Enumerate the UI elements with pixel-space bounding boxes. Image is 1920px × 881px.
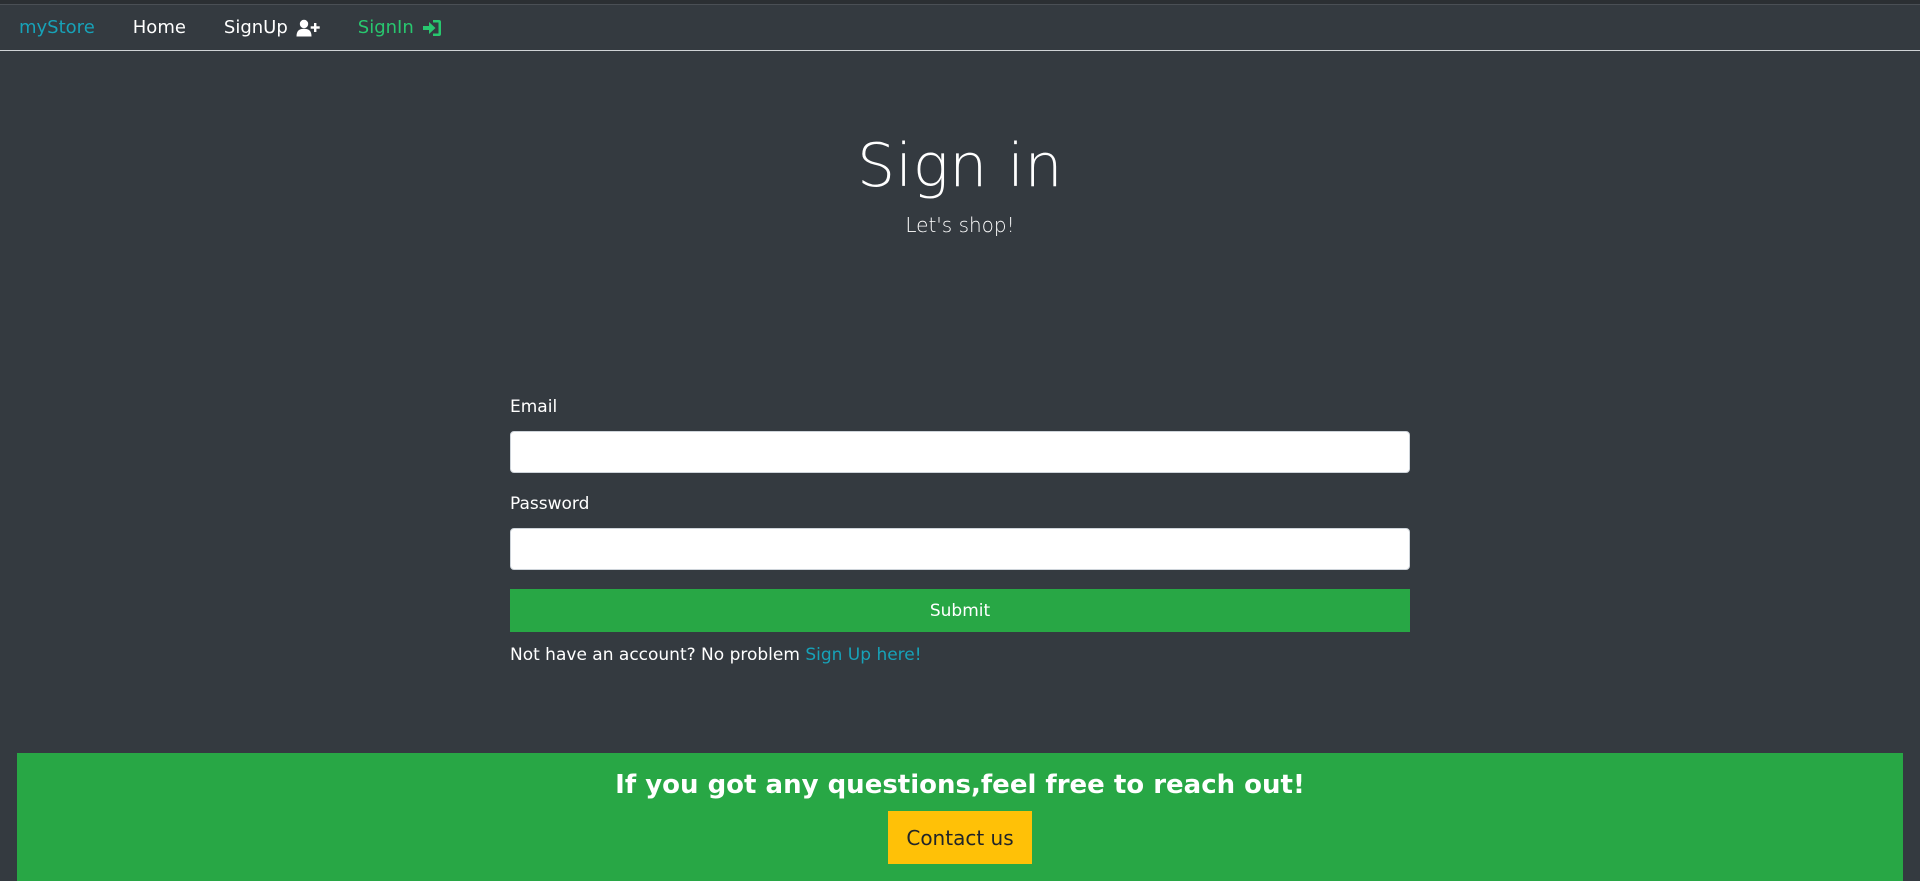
user-plus-icon bbox=[296, 19, 320, 37]
signin-form: Email Password Submit Not have an accoun… bbox=[510, 397, 1410, 665]
contact-us-button[interactable]: Contact us bbox=[888, 811, 1032, 864]
navbar: myStore Home SignUp SignIn bbox=[0, 5, 1920, 51]
footer-message: If you got any questions,feel free to re… bbox=[615, 770, 1305, 800]
brand-link[interactable]: myStore bbox=[19, 17, 95, 38]
nav-signup-label: SignUp bbox=[223, 17, 288, 38]
password-label: Password bbox=[510, 494, 590, 514]
signup-here-link[interactable]: Sign Up here! bbox=[805, 645, 921, 665]
contact-footer: If you got any questions,feel free to re… bbox=[17, 753, 1903, 881]
email-label: Email bbox=[510, 397, 558, 417]
nav-home[interactable]: Home bbox=[133, 17, 186, 38]
sign-in-icon bbox=[422, 19, 442, 37]
nav-home-label: Home bbox=[132, 17, 186, 38]
submit-button[interactable]: Submit bbox=[510, 589, 1410, 632]
nav-signin[interactable]: SignIn bbox=[358, 17, 442, 38]
nav-signup[interactable]: SignUp bbox=[224, 17, 320, 38]
page-subtitle: Let's shop! bbox=[905, 213, 1015, 237]
email-field[interactable] bbox=[510, 431, 1410, 473]
page-title: Sign in bbox=[856, 131, 1064, 201]
signup-hint: Not have an account? No problem Sign Up … bbox=[510, 645, 1410, 665]
signup-hint-text: Not have an account? No problem bbox=[510, 645, 806, 665]
nav-signin-label: SignIn bbox=[357, 17, 414, 38]
password-field[interactable] bbox=[510, 528, 1410, 570]
